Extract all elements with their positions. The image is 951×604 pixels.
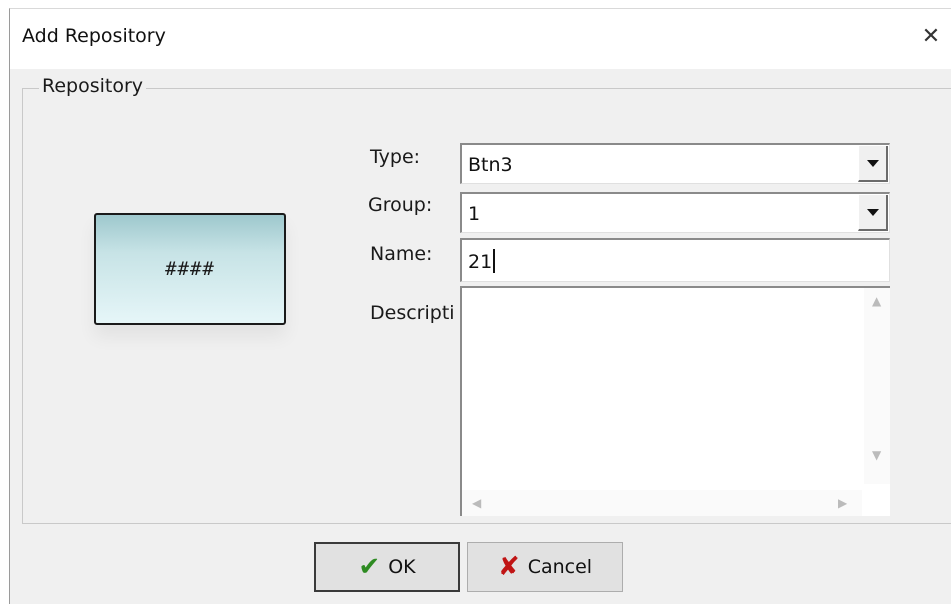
check-icon: ✔ — [358, 552, 381, 582]
group-combobox[interactable]: 1 — [460, 192, 890, 233]
scroll-up-icon[interactable]: ▲ — [872, 294, 881, 308]
x-icon: ✘ — [497, 552, 520, 582]
text-caret — [493, 249, 496, 273]
group-dropdown-button[interactable] — [858, 195, 888, 231]
description-textarea[interactable]: ▲ ▼ ◀ ▶ — [460, 286, 890, 516]
ok-button[interactable]: ✔ OK — [314, 542, 460, 592]
close-button[interactable]: ✕ — [916, 21, 946, 51]
group-value: 1 — [468, 203, 481, 225]
type-combobox[interactable]: Btn3 — [460, 143, 890, 184]
close-icon: ✕ — [921, 23, 941, 49]
title-bar: Add Repository ✕ — [10, 9, 951, 69]
description-label: Descripti — [370, 302, 455, 324]
type-label: Type: — [370, 146, 421, 168]
name-field[interactable]: 21 — [460, 238, 890, 282]
group-label: Group: — [368, 194, 433, 216]
type-value: Btn3 — [468, 154, 513, 176]
name-value: 21 — [468, 249, 496, 273]
type-dropdown-button[interactable] — [858, 146, 888, 182]
chevron-down-icon — [866, 159, 879, 167]
cancel-label: Cancel — [527, 556, 593, 578]
scroll-right-icon[interactable]: ▶ — [838, 496, 847, 510]
button-preview: #### — [94, 213, 286, 325]
dialog-title: Add Repository — [22, 25, 166, 47]
horizontal-scrollbar[interactable]: ◀ ▶ — [462, 490, 862, 516]
preview-text: #### — [165, 258, 215, 280]
name-label: Name: — [370, 243, 433, 265]
scroll-down-icon[interactable]: ▼ — [872, 448, 881, 462]
scroll-left-icon[interactable]: ◀ — [472, 496, 481, 510]
chevron-down-icon — [866, 208, 879, 216]
vertical-scrollbar[interactable]: ▲ ▼ — [864, 288, 890, 484]
ok-label: OK — [388, 556, 416, 578]
repository-legend: Repository — [39, 75, 147, 97]
cancel-button[interactable]: ✘ Cancel — [467, 542, 623, 592]
